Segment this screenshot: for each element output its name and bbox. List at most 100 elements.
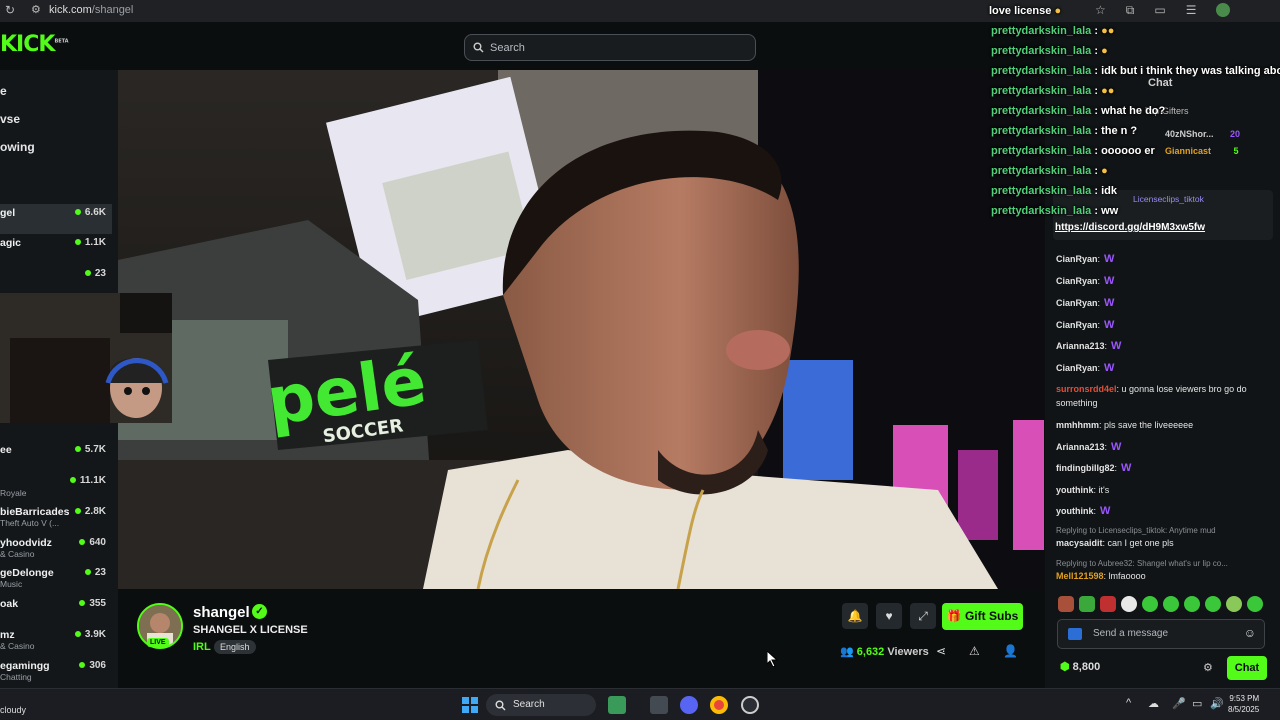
channel-name: geDelonge (0, 567, 54, 579)
chat-message: findingbillg82: W (1056, 462, 1132, 474)
emote-icon[interactable] (1163, 596, 1179, 612)
emote-icon[interactable] (1184, 596, 1200, 612)
overlay-text: ww (1101, 205, 1119, 217)
nav-following[interactable]: owing (0, 140, 35, 154)
site-info-icon[interactable]: ⚙ (31, 3, 41, 16)
channel-viewers: 306 (79, 660, 106, 671)
overlay-line: prettydarkskin_lala : ●● (991, 85, 1115, 97)
taskbar: cloudy Search ^ ☁ 🎤 ▭ 🔊 9:53 PM 8/5/2025 (0, 688, 1280, 720)
sidebar-channel[interactable]: geDelonge Music 23 (0, 567, 112, 597)
cloud-icon[interactable]: ☁ (1148, 697, 1159, 710)
chat-user[interactable]: youthink (1056, 506, 1094, 516)
overlay-user: prettydarkskin_lala (991, 45, 1092, 57)
share-icon[interactable]: ⋖ (936, 644, 946, 658)
chat-user[interactable]: Mell121598 (1056, 571, 1104, 581)
reload-icon[interactable]: ↻ (5, 3, 15, 17)
emote-icon[interactable] (1100, 596, 1116, 612)
chrome-icon[interactable] (710, 696, 728, 714)
nav-browse[interactable]: vse (0, 112, 20, 126)
video-player[interactable]: pelé SOCCER (118, 70, 1044, 589)
channel-name: gel (0, 207, 16, 219)
chat-user[interactable]: findingbillg82 (1056, 463, 1115, 473)
task-view-icon[interactable] (650, 696, 668, 714)
channel-viewers: 11.1K (70, 475, 106, 486)
channel-name: bieBarricades (0, 506, 70, 518)
sidebar-channel[interactable]: oak 355 (0, 598, 112, 628)
discord-icon[interactable] (680, 696, 698, 714)
emote-icon[interactable] (1142, 596, 1158, 612)
channel-viewers: 23 (85, 268, 106, 279)
emote-icon: W (1104, 253, 1115, 265)
obs-icon[interactable] (741, 696, 759, 714)
address-bar[interactable]: kick.com/shangel (49, 4, 133, 16)
channel-points[interactable]: ⬢ 8,800 (1060, 660, 1100, 673)
microphone-icon[interactable]: 🎤 (1172, 697, 1186, 710)
clip-icon[interactable]: ⤢ (910, 603, 936, 629)
chat-user[interactable]: CianRyan (1056, 363, 1098, 373)
chat-user[interactable]: CianRyan (1056, 276, 1098, 286)
app-icon[interactable] (608, 696, 626, 714)
chat-user[interactable]: macysaidit (1056, 538, 1103, 548)
chat-user[interactable]: CianRyan (1056, 298, 1098, 308)
overlay-line: prettydarkskin_lala : ● (991, 45, 1108, 57)
settings-gear-icon[interactable]: ⚙ (1203, 661, 1213, 674)
channel-viewers: 3.9K (75, 629, 106, 640)
sidebar-channel[interactable]: egamingg Chatting 306 (0, 660, 112, 690)
chat-text: can I get one pls (1107, 538, 1174, 548)
chat-user[interactable]: surronsrdd4el (1056, 384, 1117, 394)
chat-text: lmfaoooo (1108, 571, 1146, 581)
chat-user[interactable]: youthink (1056, 485, 1094, 495)
chat-message: Mell121598: lmfaoooo (1056, 571, 1146, 581)
sidebar-channel[interactable]: mz & Casino 3.9K (0, 629, 112, 659)
channel-name: agic (0, 237, 22, 249)
report-icon[interactable]: ⚠ (969, 644, 980, 658)
sidebar-channel[interactable]: ee 5.7K (0, 444, 112, 474)
sidebar-channel[interactable]: yhoodvidz & Casino 640 (0, 537, 112, 567)
overlay-text: oooooo er (1101, 145, 1155, 157)
chat-message-input[interactable]: Send a message ☺ (1057, 619, 1265, 649)
emote-icon[interactable] (1121, 596, 1137, 612)
sidebar-channel[interactable]: agic 1.1K (0, 237, 112, 267)
stream-category[interactable]: IRL (193, 641, 211, 653)
emote-icon[interactable] (1058, 596, 1074, 612)
system-clock[interactable]: 9:53 PM 8/5/2025 (1228, 693, 1259, 715)
chat-user[interactable]: CianRyan (1056, 320, 1098, 330)
nav-home[interactable]: e (0, 84, 7, 98)
reply-context: Replying to Aubree32: Shangel what's ur … (1056, 559, 1228, 568)
more-user-icon[interactable]: 👤 (1003, 644, 1018, 658)
chat-user[interactable]: Arianna213 (1056, 442, 1105, 452)
weather-widget[interactable]: cloudy (0, 705, 26, 715)
sidebar-channel[interactable]: 11.1K Royale (0, 475, 112, 505)
sidebar-channel[interactable]: bieBarricades Theft Auto V (... 2.8K (0, 506, 112, 536)
emote-icon[interactable] (1247, 596, 1263, 612)
overlay-user: prettydarkskin_lala (991, 185, 1092, 197)
streamer-name[interactable]: shangel (193, 604, 250, 621)
chat-user[interactable]: mmhhmm (1056, 420, 1099, 430)
notification-bell-icon[interactable]: 🔔 (842, 603, 868, 629)
gift-subs-button[interactable]: 🎁 Gift Subs (942, 603, 1023, 630)
volume-icon[interactable]: 🔊 (1210, 697, 1224, 710)
chat-message: Arianna213: W (1056, 441, 1122, 453)
emote-icon[interactable] (1226, 596, 1242, 612)
emote-icon[interactable] (1205, 596, 1221, 612)
emoji-icon[interactable]: ☺ (1244, 626, 1256, 640)
sidebar-channel-shangel[interactable]: gel 6.6K (0, 204, 112, 234)
display-icon[interactable]: ▭ (1192, 697, 1202, 710)
overlay-line: prettydarkskin_lala : the n ? (991, 125, 1138, 137)
chat-message: CianRyan: W (1056, 362, 1115, 374)
follow-heart-icon[interactable]: ♥ (876, 603, 902, 629)
chat-user[interactable]: CianRyan (1056, 254, 1098, 264)
emoji-icon: ●● (1101, 85, 1115, 97)
chevron-up-icon[interactable]: ^ (1126, 697, 1131, 709)
send-chat-button[interactable]: Chat (1227, 656, 1267, 680)
overlay-line: prettydarkskin_lala : ● (991, 165, 1108, 177)
chat-user[interactable]: Arianna213 (1056, 341, 1105, 351)
windows-start-icon[interactable] (462, 697, 478, 713)
points-icon: ⬢ (1060, 661, 1070, 673)
search-input[interactable]: Search (464, 34, 756, 61)
channel-category: Theft Auto V (... (0, 518, 60, 528)
emote-icon[interactable] (1079, 596, 1095, 612)
taskbar-search[interactable]: Search (486, 694, 596, 716)
language-tag[interactable]: English (214, 640, 256, 654)
kick-logo[interactable]: KICKBETA (0, 32, 69, 57)
